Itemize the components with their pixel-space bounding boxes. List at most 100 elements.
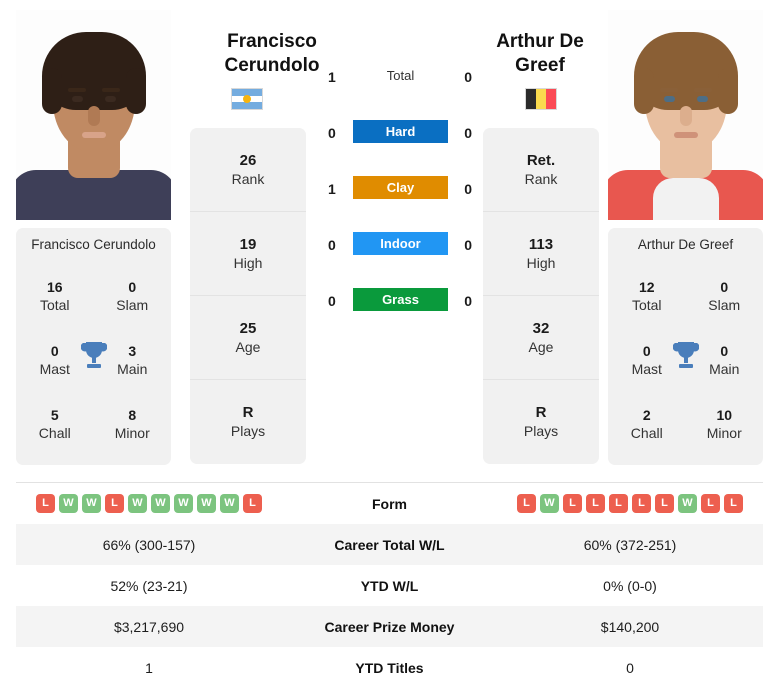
- titles-label: Chall: [38, 425, 71, 441]
- form-badge-win[interactable]: W: [128, 494, 147, 513]
- titles-value: 5: [50, 407, 59, 423]
- rank-label: Plays: [523, 423, 559, 439]
- player-photo-left: [16, 10, 171, 220]
- rank-cell-age: 25 Age: [190, 296, 306, 380]
- surface-badge-hard[interactable]: Hard: [353, 120, 448, 143]
- form-badge-loss[interactable]: L: [655, 494, 674, 513]
- stat-value-right: $140,200: [600, 618, 660, 635]
- form-badge-win[interactable]: W: [220, 494, 239, 513]
- nose: [679, 106, 692, 126]
- table-row: 52% (23-21) YTD W/L 0% (0-0): [16, 565, 763, 606]
- titles-cell-minor: 10 Minor: [686, 406, 764, 442]
- form-badge-loss[interactable]: L: [105, 494, 124, 513]
- stat-label: YTD Titles: [355, 659, 424, 676]
- rank-value: R: [242, 404, 254, 421]
- flag-band-yellow: [535, 89, 546, 109]
- form-badge-win[interactable]: W: [540, 494, 559, 513]
- rank-value: 113: [528, 235, 554, 253]
- titles-row: 2 Chall 10 Minor: [608, 392, 763, 456]
- table-row: 1 YTD Titles 0: [16, 647, 763, 688]
- sun-icon: [243, 95, 251, 103]
- rank-cell-plays: R Plays: [483, 380, 599, 464]
- titles-label: Total: [39, 297, 70, 313]
- titles-value: 16: [46, 279, 63, 295]
- stat-value-right: LWLLLLLWLL: [497, 494, 763, 513]
- rank-label: Rank: [524, 170, 558, 187]
- eyebrow-left: [67, 88, 86, 92]
- stat-value-left: $3,217,690: [113, 618, 185, 635]
- avatar: [16, 10, 171, 220]
- comparison-stats-table: L W W L W W W W W L Form L W L L L L L W L L 66% (300-157) Car…: [16, 483, 763, 688]
- titles-value: 12: [638, 279, 655, 295]
- surface-badge-clay[interactable]: Clay: [353, 176, 448, 199]
- form-badge-win[interactable]: W: [151, 494, 170, 513]
- form-badge-win[interactable]: W: [82, 494, 101, 513]
- stat-value-left: 66% (300-157): [102, 536, 196, 553]
- rank-value: R: [535, 404, 547, 421]
- form-badge-loss[interactable]: L: [563, 494, 582, 513]
- rank-label: Rank: [231, 170, 265, 187]
- titles-label: Minor: [114, 425, 150, 441]
- rank-label: Age: [528, 338, 554, 355]
- stat-value-left: 1: [145, 659, 153, 676]
- form-badge-loss[interactable]: L: [632, 494, 651, 513]
- hair-side-right: [717, 68, 738, 114]
- table-row: 66% (300-157) Career Total W/L 60% (372-25…: [16, 524, 763, 565]
- rank-value: 26: [239, 151, 257, 169]
- eyebrow-left: [659, 88, 678, 92]
- h2h-left-count: 1: [328, 181, 336, 197]
- h2h-right-count: 0: [464, 237, 472, 253]
- h2h-surface-column: 1 Total 0 0 Hard 0 1 Clay 0 0 Indoor 0 0 Grass 0: [320, 60, 480, 340]
- player-photo-right: [608, 10, 763, 220]
- h2h-row-total: 1 Total 0: [320, 60, 480, 116]
- titles-label: Slam: [708, 297, 741, 313]
- h2h-right-count: 0: [464, 69, 472, 85]
- rank-label: Age: [235, 338, 261, 355]
- player-titles-card-right: Arthur De Greef 12 Total 0 Slam 0 Mast 0 Main 2 C…: [608, 228, 763, 465]
- argentina-flag-icon: [231, 88, 263, 110]
- rank-label: Plays: [230, 423, 266, 439]
- form-badge-loss[interactable]: L: [36, 494, 55, 513]
- form-badge-win[interactable]: W: [197, 494, 216, 513]
- h2h-row-clay: 1 Clay 0: [320, 172, 480, 228]
- h2h-row-hard: 0 Hard 0: [320, 116, 480, 172]
- h2h-right-count: 0: [464, 181, 472, 197]
- hair-side-left: [41, 68, 62, 114]
- head-to-head-panel: Francisco Cerundolo Arthur De Greef 1 Tot…: [0, 0, 779, 483]
- titles-cell-slam: 0 Slam: [686, 278, 764, 314]
- titles-cell-chall: 2 Chall: [608, 406, 686, 442]
- rank-value: Ret.: [526, 151, 556, 169]
- titles-cell-chall: 5 Chall: [16, 406, 94, 442]
- titles-row: 5 Chall 8 Minor: [16, 392, 171, 456]
- titles-value: 8: [128, 407, 137, 423]
- form-badge-loss[interactable]: L: [517, 494, 536, 513]
- eye-left: [71, 96, 83, 102]
- titles-value: 10: [716, 407, 733, 423]
- titles-row: 16 Total 0 Slam: [16, 264, 171, 328]
- form-badge-win[interactable]: W: [174, 494, 193, 513]
- form-badge-win[interactable]: W: [59, 494, 78, 513]
- form-badge-loss[interactable]: L: [724, 494, 743, 513]
- titles-label: Chall: [630, 425, 663, 441]
- mouth: [673, 132, 698, 138]
- table-row: $3,217,690 Career Prize Money $140,200: [16, 606, 763, 647]
- surface-badge-grass[interactable]: Grass: [353, 288, 448, 311]
- stat-label: Career Total W/L: [334, 536, 445, 553]
- flag-band-red: [545, 89, 556, 109]
- surface-badge-indoor[interactable]: Indoor: [353, 232, 448, 255]
- titles-row: 12 Total 0 Slam: [608, 264, 763, 328]
- hair-side-right: [125, 68, 146, 114]
- form-badge-loss[interactable]: L: [586, 494, 605, 513]
- form-badge-loss[interactable]: L: [243, 494, 262, 513]
- rank-label: High: [233, 254, 263, 271]
- rank-cell-plays: R Plays: [190, 380, 306, 464]
- player-fullname-right: Arthur De Greef: [637, 237, 734, 252]
- form-badge-loss[interactable]: L: [701, 494, 720, 513]
- form-badge-win[interactable]: W: [678, 494, 697, 513]
- h2h-left-count: 0: [328, 293, 336, 309]
- stat-value-right: 0: [626, 659, 634, 676]
- h2h-left-count: 1: [328, 69, 336, 85]
- form-badge-loss[interactable]: L: [609, 494, 628, 513]
- rank-cell-high: 19 High: [190, 212, 306, 296]
- nose: [87, 106, 100, 126]
